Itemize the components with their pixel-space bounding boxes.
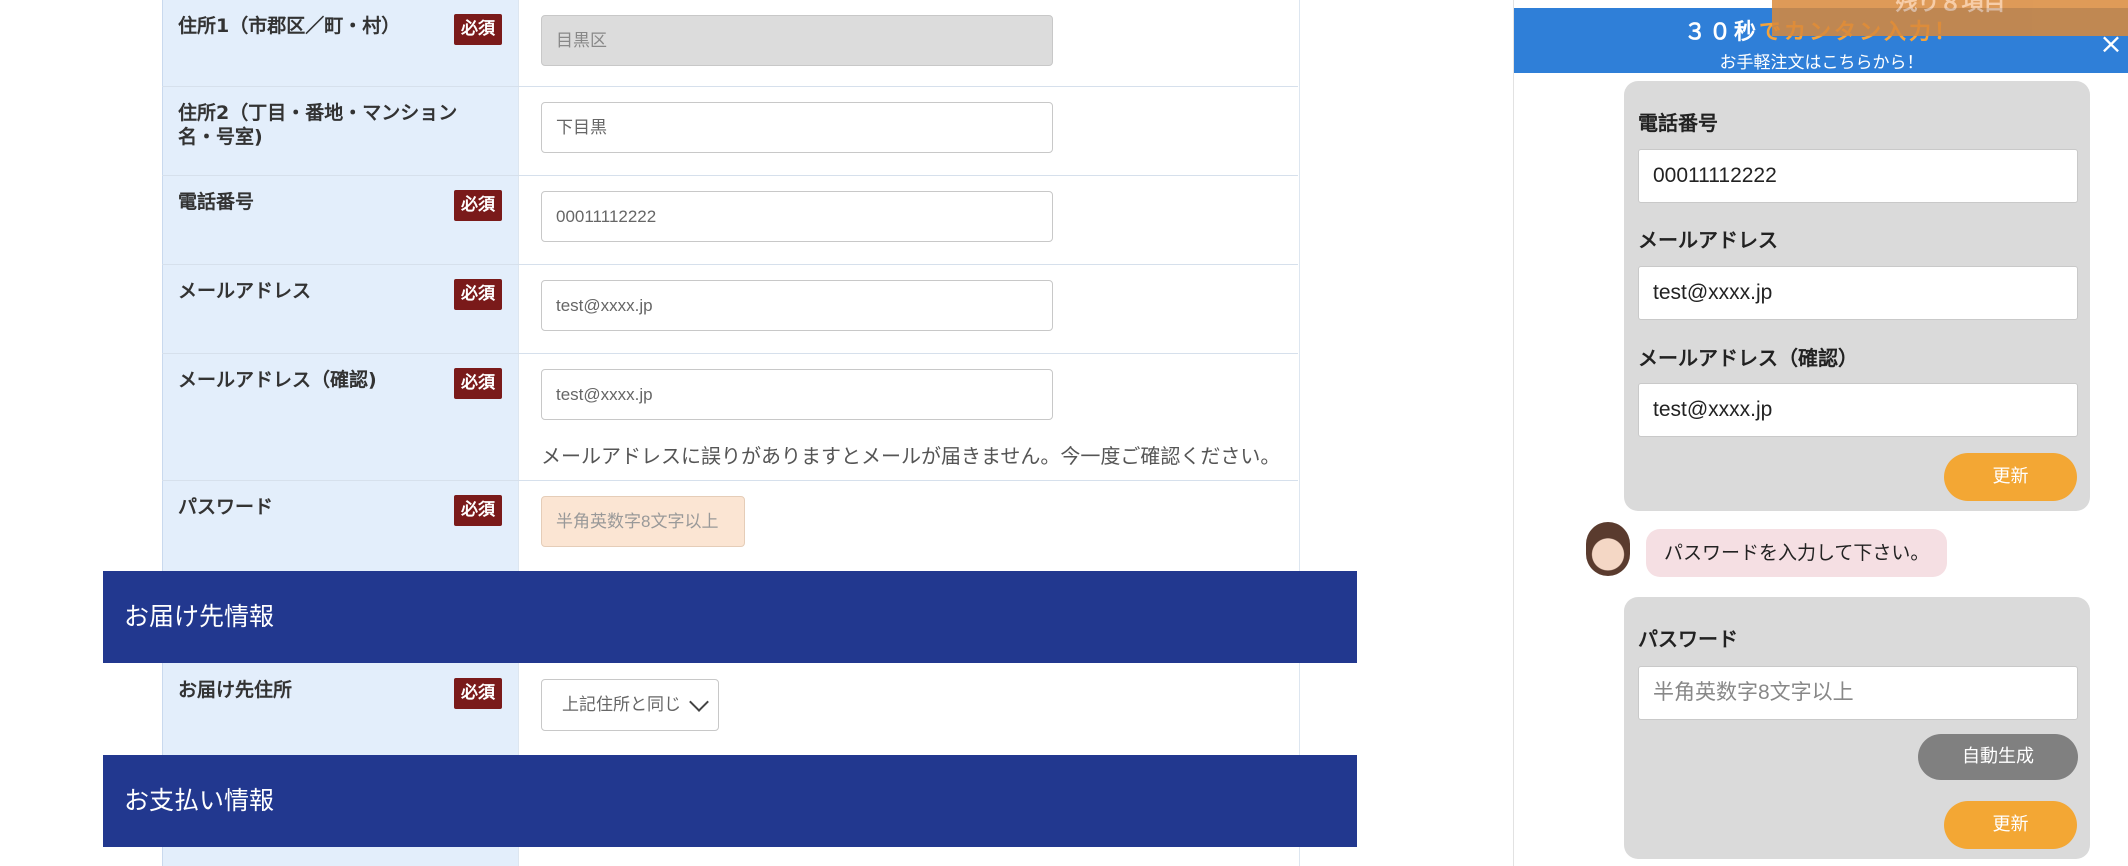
operator-avatar bbox=[1586, 522, 1630, 576]
address1-input[interactable]: 目黒区 bbox=[541, 15, 1053, 66]
password-label: パスワード bbox=[178, 496, 274, 518]
row-phone: 電話番号 必須 00011112222 bbox=[162, 176, 1298, 265]
chat-phone-label: 電話番号 bbox=[1638, 111, 1718, 135]
chat-form-bubble-password: パスワード 半角英数字8文字以上 自動生成 更新 bbox=[1624, 597, 2090, 859]
phone-label: 電話番号 bbox=[178, 191, 255, 213]
chat-email-confirm-label: メールアドレス（確認） bbox=[1638, 346, 1858, 370]
auto-generate-button[interactable]: 自動生成 bbox=[1918, 734, 2078, 780]
row-email: メールアドレス 必須 test@xxxx.jp bbox=[162, 265, 1298, 354]
chat-message: パスワードを入力して下さい。 bbox=[1646, 529, 1948, 577]
delivery-address-label: お届け先住所 bbox=[178, 679, 293, 701]
password-input[interactable]: 半角英数字8文字以上 bbox=[541, 496, 745, 547]
delivery-address-select[interactable]: 上記住所と同じ bbox=[541, 679, 719, 731]
chevron-down-icon bbox=[689, 692, 709, 712]
address2-input[interactable]: 下目黒 bbox=[541, 102, 1053, 153]
row-address2: 住所2（丁目・番地・マンション名・号室) 下目黒 bbox=[162, 87, 1298, 176]
email-confirm-note: メールアドレスに誤りがありますとメールが届きません。今一度ご確認ください。 bbox=[541, 444, 1281, 468]
required-badge: 必須 bbox=[454, 279, 502, 310]
row-address1: 住所1（市郡区／町・村） 必須 目黒区 bbox=[162, 0, 1298, 87]
chat-email-label: メールアドレス bbox=[1638, 228, 1778, 252]
chat-header-title-number: ３０秒 bbox=[1683, 20, 1759, 45]
chat-update-button[interactable]: 更新 bbox=[1944, 801, 2077, 849]
chat-email-input[interactable]: test@xxxx.jp bbox=[1638, 266, 2078, 320]
email-confirm-input[interactable]: test@xxxx.jp bbox=[541, 369, 1053, 420]
row-delivery-address: お届け先住所 必須 上記住所と同じ bbox=[162, 664, 1298, 754]
chat-update-button[interactable]: 更新 bbox=[1944, 453, 2077, 501]
address2-label: 住所2（丁目・番地・マンション名・号室) bbox=[178, 102, 458, 148]
chat-password-input[interactable]: 半角英数字8文字以上 bbox=[1638, 666, 2078, 720]
required-badge: 必須 bbox=[454, 14, 502, 45]
row-password: パスワード 必須 半角英数字8文字以上 bbox=[162, 481, 1298, 571]
chat-header-subtitle: お手軽注文はこちらから！ bbox=[1719, 53, 1924, 73]
email-input[interactable]: test@xxxx.jp bbox=[541, 280, 1053, 331]
required-badge: 必須 bbox=[454, 678, 502, 709]
chat-password-label: パスワード bbox=[1638, 627, 1738, 651]
delivery-address-selected: 上記住所と同じ bbox=[562, 695, 681, 715]
chat-widget: ３０秒でカンタン入力！ お手軽注文はこちらから！ × 残り８項目 電話番号 00… bbox=[1513, 0, 2128, 866]
chat-email-confirm-input[interactable]: test@xxxx.jp bbox=[1638, 383, 2078, 437]
order-form: 住所1（市郡区／町・村） 必須 目黒区 住所2（丁目・番地・マンション名・号室)… bbox=[0, 0, 1360, 866]
required-badge: 必須 bbox=[454, 190, 502, 221]
email-confirm-label: メールアドレス（確認) bbox=[178, 369, 377, 391]
chat-form-bubble-contact: 電話番号 00011112222 メールアドレス test@xxxx.jp メー… bbox=[1624, 81, 2090, 511]
phone-input[interactable]: 00011112222 bbox=[541, 191, 1053, 242]
remaining-items-banner: 残り８項目 bbox=[1772, 0, 2128, 36]
email-label: メールアドレス bbox=[178, 280, 312, 302]
bubble-tail bbox=[2076, 496, 2090, 510]
section-delivery-info: お届け先情報 bbox=[103, 571, 1357, 663]
address1-label: 住所1（市郡区／町・村） bbox=[178, 15, 401, 37]
row-email-confirm: メールアドレス（確認) 必須 test@xxxx.jp メールアドレスに誤りがあ… bbox=[162, 354, 1298, 481]
required-badge: 必須 bbox=[454, 368, 502, 399]
section-payment-info: お支払い情報 bbox=[103, 755, 1357, 847]
required-badge: 必須 bbox=[454, 495, 502, 526]
chat-phone-input[interactable]: 00011112222 bbox=[1638, 149, 2078, 203]
